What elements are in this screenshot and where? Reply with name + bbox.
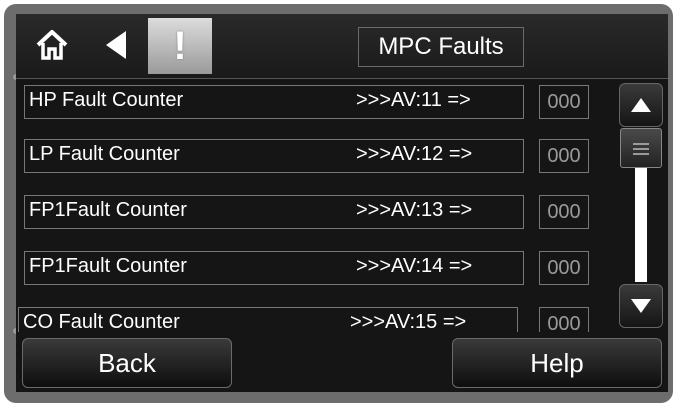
scroll-down-button[interactable]	[619, 284, 663, 328]
row-address: >>>AV:13 =>	[356, 199, 473, 221]
back-arrow-icon	[106, 31, 126, 59]
list-item[interactable]: LP Fault Counter >>>AV:12 => 000	[16, 134, 612, 184]
row-address: >>>AV:14 =>	[356, 255, 473, 277]
row-value[interactable]: 000	[539, 195, 589, 229]
list-item[interactable]: HP Fault Counter >>>AV:11 => 000	[16, 80, 612, 130]
back-nav-button[interactable]	[90, 20, 142, 70]
home-button[interactable]	[26, 20, 78, 70]
row-address: >>>AV:15 =>	[350, 311, 467, 332]
row-value[interactable]: 000	[539, 139, 589, 173]
back-button[interactable]: Back	[22, 338, 232, 388]
row-label: LP Fault Counter	[29, 143, 180, 165]
page-title: MPC Faults	[358, 27, 524, 67]
list-item[interactable]: FP1Fault Counter >>>AV:13 => 000	[16, 190, 612, 240]
scroll-up-button[interactable]	[619, 83, 663, 127]
fault-list: HP Fault Counter >>>AV:11 => 000 LP Faul…	[16, 80, 612, 332]
row-address: >>>AV:12 =>	[356, 143, 473, 165]
scroll-down-icon	[631, 299, 651, 313]
scroll-thumb[interactable]	[620, 128, 662, 168]
row-label: HP Fault Counter	[29, 89, 184, 111]
row-label: FP1Fault Counter	[29, 199, 187, 221]
row-value[interactable]: 000	[539, 85, 589, 119]
row-value[interactable]: 000	[539, 307, 589, 332]
home-icon	[36, 30, 68, 60]
scroll-up-icon	[631, 98, 651, 112]
row-address: >>>AV:11 =>	[356, 89, 471, 111]
alert-button[interactable]: !	[148, 18, 212, 74]
row-label: FP1Fault Counter	[29, 255, 187, 277]
scrollbar[interactable]	[616, 80, 668, 332]
list-item[interactable]: FP1Fault Counter >>>AV:14 => 000	[16, 246, 612, 296]
top-bar: ! MPC Faults	[16, 14, 668, 79]
row-label: CO Fault Counter	[23, 311, 180, 332]
screen: ! MPC Faults HP Fault Counter >>>AV:11 =…	[16, 14, 668, 392]
row-value[interactable]: 000	[539, 251, 589, 285]
list-item[interactable]: CO Fault Counter >>>AV:15 => 000	[16, 302, 612, 332]
alert-icon: !	[173, 24, 187, 68]
grip-icon	[633, 143, 649, 155]
help-button[interactable]: Help	[452, 338, 662, 388]
